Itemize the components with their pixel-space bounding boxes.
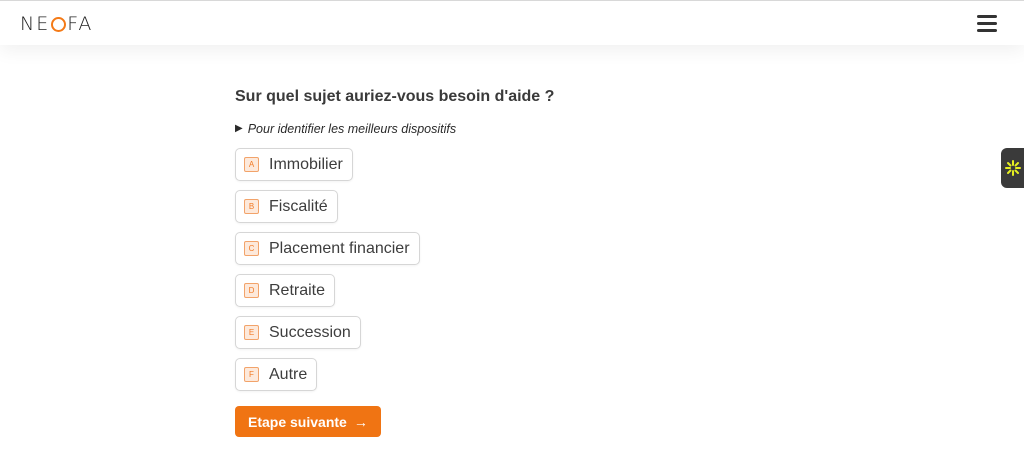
option-key-badge: C — [244, 241, 259, 256]
option-key-badge: E — [244, 325, 259, 340]
next-step-label: Etape suivante — [248, 413, 347, 430]
option-key-badge: A — [244, 157, 259, 172]
logo-o-circle-icon — [51, 16, 67, 32]
option-fiscalite[interactable]: B Fiscalité — [235, 190, 338, 223]
option-label: Autre — [269, 365, 308, 383]
triangle-right-icon: ▶ — [235, 123, 243, 134]
option-retraite[interactable]: D Retraite — [235, 274, 336, 307]
option-key-badge: B — [244, 199, 259, 214]
option-label: Placement financier — [269, 239, 410, 257]
option-key-badge: F — [244, 367, 259, 382]
logo-text-left: NE — [20, 13, 51, 35]
option-label: Fiscalité — [269, 197, 328, 215]
options-list: A Immobilier B Fiscalité C Placement fin… — [235, 148, 735, 400]
question-block: Sur quel sujet auriez-vous besoin d'aide… — [235, 87, 735, 400]
option-label: Retraite — [269, 281, 326, 299]
accessibility-widget-button[interactable] — [1001, 148, 1024, 188]
option-autre[interactable]: F Autre — [235, 358, 318, 391]
option-placement-financier[interactable]: C Placement financier — [235, 232, 420, 265]
option-label: Immobilier — [269, 155, 343, 173]
option-label: Succession — [269, 323, 351, 341]
option-immobilier[interactable]: A Immobilier — [235, 148, 353, 181]
hint-text: Pour identifier les meilleurs dispositif… — [247, 122, 457, 136]
top-navigation-bar: NE FA — [0, 0, 1024, 45]
arrow-right-icon: → — [353, 413, 368, 430]
logo-text-right: FA — [67, 13, 94, 35]
next-step-button[interactable]: Etape suivante → — [235, 406, 381, 437]
accessibility-widget-icon — [1004, 160, 1021, 176]
hint-toggle[interactable]: ▶ Pour identifier les meilleurs disposit… — [235, 121, 735, 137]
option-succession[interactable]: E Succession — [235, 316, 361, 349]
option-key-badge: D — [244, 283, 259, 298]
question-title: Sur quel sujet auriez-vous besoin d'aide… — [235, 88, 555, 105]
hamburger-menu-icon[interactable] — [977, 15, 997, 33]
neofa-logo[interactable]: NE FA — [20, 13, 93, 35]
